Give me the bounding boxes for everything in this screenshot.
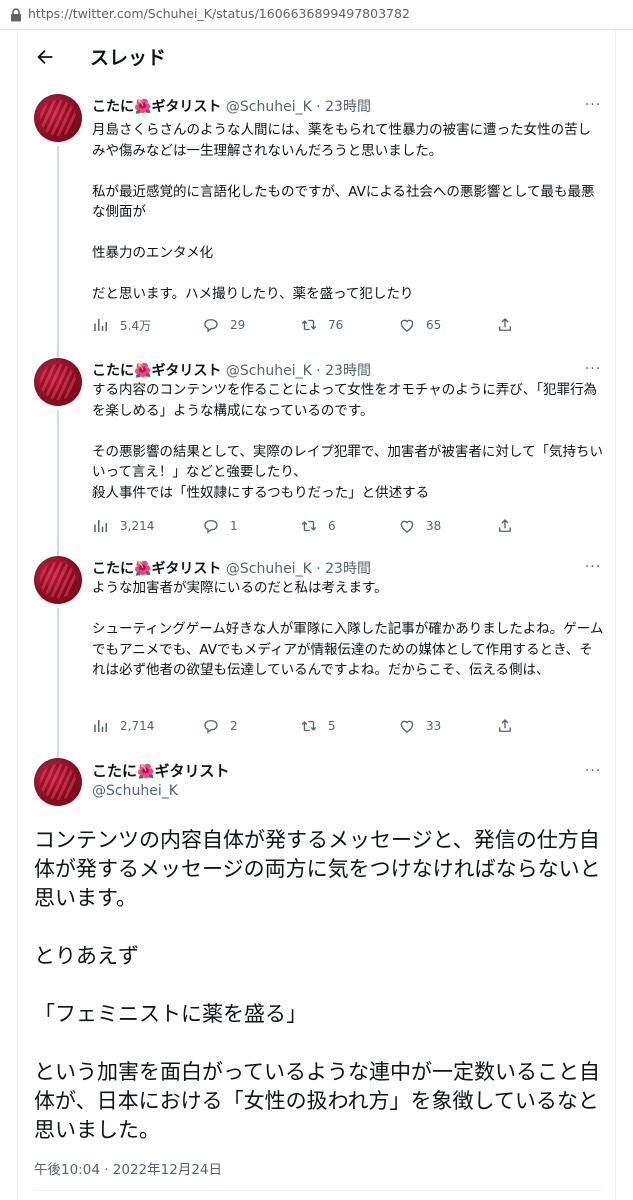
lock-icon	[11, 8, 21, 22]
share-button[interactable]	[496, 715, 514, 737]
views-icon	[94, 520, 107, 532]
thread-tweet-1[interactable]: こたに🌺ギタリスト @Schuhei_K · 23時間 ··· 月島さくらさんの…	[18, 90, 617, 370]
flower-emoji: 🌺	[134, 363, 152, 379]
reply-icon	[204, 319, 218, 333]
avatar[interactable]	[34, 94, 82, 142]
more-icon[interactable]: ···	[583, 98, 603, 112]
retweet-button[interactable]: 6	[300, 515, 336, 537]
like-button[interactable]: 33	[398, 715, 441, 737]
tweet-text: ような加害者が実際にいるのだと私は考えます。 シューティングゲーム好きな人が軍隊…	[92, 580, 604, 678]
display-name[interactable]: こたに	[92, 561, 134, 577]
like-count: 33	[426, 719, 442, 733]
display-name-suffix[interactable]: ギタリスト	[154, 762, 229, 780]
views-count: 2,714	[120, 719, 155, 733]
retweet-count: 6	[328, 519, 336, 533]
thread-connector-line	[57, 410, 59, 560]
display-name[interactable]: こたに	[92, 363, 134, 379]
reply-button[interactable]: 29	[202, 314, 245, 336]
flower-emoji: 🌺	[134, 561, 152, 577]
thread-connector-line	[57, 146, 59, 370]
divider	[34, 1190, 602, 1191]
retweet-icon	[301, 319, 317, 331]
thread-tweet-2[interactable]: こたに🌺ギタリスト @Schuhei_K · 23時間 ··· する内容のコンテ…	[18, 356, 617, 560]
views-button[interactable]: 5.4万	[92, 314, 151, 336]
reply-count: 2	[230, 719, 238, 733]
share-icon	[499, 318, 511, 331]
main-tweet: こたに🌺ギタリスト @Schuhei_K ··· コンテンツの内容自体が発するメ…	[18, 754, 617, 1200]
reply-count: 29	[230, 318, 246, 332]
handle-and-time[interactable]: @Schuhei_K · 23時間	[226, 99, 371, 115]
views-button[interactable]: 3,214	[92, 515, 154, 537]
views-count: 3,214	[120, 519, 155, 533]
views-icon	[94, 720, 107, 732]
like-count: 38	[426, 519, 442, 533]
user-handle[interactable]: @Schuhei_K	[92, 783, 178, 799]
display-name-suffix[interactable]: ギタリスト	[151, 99, 221, 115]
tweet-text: 月島さくらさんのような人間には、薬をもられて性暴力の被害に遭った女性の苦しみや傷…	[92, 122, 595, 302]
tweet-timestamp[interactable]: 午後10:04 · 2022年12月24日	[34, 1158, 222, 1178]
reply-button[interactable]: 1	[202, 515, 238, 537]
avatar[interactable]	[34, 556, 82, 604]
more-icon[interactable]: ···	[583, 362, 603, 376]
browser-address-bar[interactable]: https://twitter.com/Schuhei_K/status/160…	[0, 0, 633, 30]
flower-emoji: 🌺	[137, 764, 155, 780]
share-button[interactable]	[496, 314, 514, 336]
display-name-suffix[interactable]: ギタリスト	[151, 363, 221, 379]
tweet-actions: 2,714 2 5 33	[92, 715, 532, 737]
display-name-suffix[interactable]: ギタリスト	[151, 561, 221, 577]
reply-button[interactable]: 2	[202, 715, 238, 737]
thread-page: スレッド こたに🌺ギタリスト @Schuhei_K · 23時間 ··· 月島さ…	[17, 30, 616, 1200]
retweet-icon	[301, 520, 317, 532]
thread-tweet-3[interactable]: こたに🌺ギタリスト @Schuhei_K · 23時間 ··· ような加害者が実…	[18, 554, 617, 774]
flower-emoji: 🌺	[134, 99, 152, 115]
tweet-header: こたに🌺ギタリスト @Schuhei_K · 23時間	[92, 360, 371, 380]
views-count: 5.4万	[120, 318, 152, 333]
like-icon	[400, 720, 414, 733]
avatar[interactable]	[34, 358, 82, 406]
url-text[interactable]: https://twitter.com/Schuhei_K/status/160…	[28, 6, 410, 21]
tweet-header: こたに🌺ギタリスト @Schuhei_K · 23時間	[92, 96, 371, 116]
tweet-text: コンテンツの内容自体が発するメッセージと、発信の仕方自体が発するメッセージの両方…	[34, 828, 601, 1142]
share-button[interactable]	[496, 515, 514, 537]
display-name[interactable]: こたに🌺ギタリスト	[92, 760, 229, 781]
reply-icon	[204, 520, 218, 534]
retweet-button[interactable]: 76	[300, 314, 343, 336]
like-button[interactable]: 65	[398, 314, 441, 336]
retweet-count: 5	[328, 719, 336, 733]
tweet-actions: 5.4万 29 76 65	[92, 314, 532, 336]
tweet-header: こたに🌺ギタリスト @Schuhei_K · 23時間	[92, 558, 371, 578]
retweet-icon	[301, 720, 317, 732]
tweet-actions: 3,214 1 6 38	[92, 515, 532, 537]
tweet-text: する内容のコンテンツを作ることによって女性をオモチャのように弄び、「犯罪行為を楽…	[92, 382, 603, 501]
reply-count: 1	[230, 519, 238, 533]
share-icon	[499, 719, 511, 732]
more-icon[interactable]: ···	[583, 764, 603, 778]
retweet-button[interactable]: 5	[300, 715, 336, 737]
like-count: 65	[426, 318, 442, 332]
display-name[interactable]: こたに	[92, 99, 134, 115]
page-title: スレッド	[90, 47, 167, 69]
avatar[interactable]	[34, 758, 82, 806]
display-name-text[interactable]: こたに	[92, 762, 137, 780]
like-icon	[400, 520, 414, 533]
reply-icon	[204, 720, 218, 734]
share-icon	[499, 519, 511, 532]
views-icon	[94, 319, 107, 331]
thread-header: スレッド	[18, 30, 617, 84]
thread-connector-line	[57, 608, 59, 774]
like-button[interactable]: 38	[398, 515, 441, 537]
retweet-count: 76	[328, 318, 344, 332]
views-button[interactable]: 2,714	[92, 715, 154, 737]
handle-and-time[interactable]: @Schuhei_K · 23時間	[226, 363, 371, 379]
handle-and-time[interactable]: @Schuhei_K · 23時間	[226, 561, 371, 577]
like-icon	[400, 319, 414, 332]
back-arrow-icon[interactable]	[34, 46, 56, 68]
more-icon[interactable]: ···	[583, 560, 603, 574]
